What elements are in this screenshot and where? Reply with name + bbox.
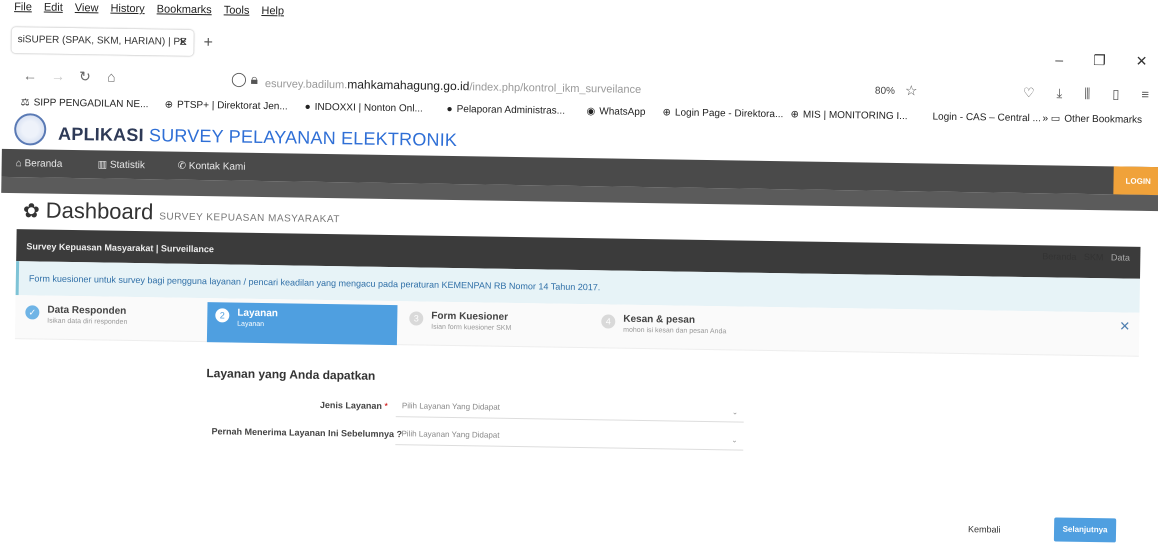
shield-icon[interactable]: ◯ 🔒︎ bbox=[231, 71, 258, 88]
breadcrumb: Beranda SKM Data bbox=[1042, 251, 1130, 262]
browser-menubar: File Edit View History Bookmarks Tools H… bbox=[14, 1, 284, 17]
bookmark-item[interactable]: » ▭ Other Bookmarks bbox=[1042, 113, 1142, 126]
bookmark-item[interactable]: ⊕ PTSP+ | Direktorat Jen... bbox=[165, 99, 288, 112]
step-number: 4 bbox=[601, 314, 616, 329]
login-button[interactable]: LOGIN bbox=[1113, 166, 1158, 196]
new-tab-icon[interactable]: + bbox=[203, 34, 213, 52]
url-path: /index.php/kontrol_ikm_surveilance bbox=[469, 81, 642, 96]
bookmark-item[interactable]: ⚖ SIPP PENGADILAN NE... bbox=[21, 97, 149, 110]
nav-kontak-kami[interactable]: ✆ Kontak Kami bbox=[178, 161, 246, 173]
nav-beranda[interactable]: ⌂ Beranda bbox=[16, 158, 63, 170]
pernah-menerima-select[interactable]: Pilih Layanan Yang Didapat ⌄ bbox=[395, 423, 744, 451]
menu-bookmarks[interactable]: Bookmarks bbox=[157, 3, 212, 16]
chevron-down-icon: ⌄ bbox=[731, 409, 738, 417]
bookmark-favicon-icon: ⚖ bbox=[20, 97, 30, 109]
globe-icon: ⊕ bbox=[662, 107, 672, 119]
zoom-level[interactable]: 80% bbox=[875, 86, 895, 97]
step-form-kuesioner[interactable]: 3 Form Kuesioner Isian form kuesioner SK… bbox=[401, 305, 592, 348]
menu-tools[interactable]: Tools bbox=[224, 4, 250, 16]
bookmark-favicon-icon: ● bbox=[446, 103, 453, 115]
step-subtitle: Layanan bbox=[237, 320, 265, 329]
back-button[interactable]: Kembali bbox=[968, 524, 1001, 535]
whatsapp-icon: ◉ bbox=[586, 106, 596, 118]
bookmark-item[interactable]: ⊕ MIS | MONITORING I... bbox=[790, 109, 907, 122]
browser-toolbar-icons: ♡ ⤓ ⫼ ▯ ≡ bbox=[1023, 85, 1149, 103]
step-kesan-pesan[interactable]: 4 Kesan & pesan mohon isi kesan dan pesa… bbox=[593, 308, 784, 351]
bookmark-item[interactable]: ● Pelaporan Administras... bbox=[446, 104, 565, 117]
next-button[interactable]: Selanjutnya bbox=[1053, 517, 1117, 543]
globe-icon: ⊕ bbox=[164, 99, 174, 111]
chart-icon: ▥ bbox=[97, 159, 110, 171]
bookmark-star-icon[interactable]: ☆ bbox=[905, 82, 918, 99]
section-title: Layanan yang Anda dapatkan bbox=[206, 366, 376, 383]
breadcrumb-skm[interactable]: SKM bbox=[1084, 252, 1104, 262]
step-title: Kesan & pesan bbox=[623, 313, 696, 326]
nav-statistik[interactable]: ▥ Statistik bbox=[98, 159, 145, 171]
step-subtitle: Isikan data diri responden bbox=[47, 317, 128, 326]
step-number: 3 bbox=[409, 311, 424, 326]
menu-edit[interactable]: Edit bbox=[44, 2, 63, 14]
home-icon[interactable]: ⌂ bbox=[107, 69, 116, 85]
menu-history[interactable]: History bbox=[110, 3, 144, 16]
step-subtitle: mohon isi kesan dan pesan Anda bbox=[623, 326, 727, 336]
maximize-icon[interactable]: ❐ bbox=[1093, 52, 1106, 69]
bookmark-item[interactable]: ● INDOXXI | Nonton Onl... bbox=[305, 102, 423, 115]
url-prefix: esurvey.badilum. bbox=[264, 78, 348, 92]
step-data-responden[interactable]: ✓ Data Responden Isikan data diri respon… bbox=[17, 299, 208, 342]
menu-file[interactable]: File bbox=[14, 1, 32, 13]
download-icon[interactable]: ⤓ bbox=[1056, 85, 1062, 101]
pocket-icon[interactable]: ♡ bbox=[1023, 85, 1035, 101]
tab-title: siSUPER (SPAK, SKM, HARIAN) | PE bbox=[17, 34, 187, 48]
step-subtitle: Isian form kuesioner SKM bbox=[431, 323, 512, 332]
screenshot-root: File Edit View History Bookmarks Tools H… bbox=[0, 0, 1158, 550]
close-icon[interactable]: ✕ bbox=[1119, 318, 1130, 334]
breadcrumb-beranda[interactable]: Beranda bbox=[1042, 251, 1076, 262]
jenis-layanan-select[interactable]: Pilih Layanan Yang Didapat ⌄ bbox=[395, 395, 745, 423]
back-icon[interactable]: ← bbox=[23, 67, 37, 83]
step-title: Layanan bbox=[237, 307, 279, 320]
step-layanan[interactable]: 2 Layanan Layanan bbox=[206, 302, 398, 346]
page-subtitle: SURVEY KEPUASAN MASYARAKAT bbox=[159, 211, 340, 226]
step-number: 2 bbox=[215, 308, 230, 323]
menu-view[interactable]: View bbox=[75, 2, 99, 14]
library-icon[interactable]: ⫼ bbox=[1084, 86, 1090, 102]
close-tab-icon[interactable]: ✕ bbox=[178, 36, 187, 49]
url-domain: mahkamahagung.go.id bbox=[347, 77, 470, 94]
home-icon: ⌂ bbox=[15, 158, 25, 170]
url-bar[interactable]: esurvey.badilum.mahkamahagung.go.id/inde… bbox=[265, 76, 641, 96]
bookmark-item[interactable]: ⊕ Login Page - Direktora... bbox=[662, 107, 783, 120]
menu-help[interactable]: Help bbox=[261, 5, 284, 17]
gear-icon: ✿ bbox=[22, 200, 40, 223]
app-title: APLIKASI SURVEY PELAYANAN ELEKTRONIK bbox=[58, 124, 457, 151]
close-window-icon[interactable]: ✕ bbox=[1136, 53, 1148, 70]
browser-tab[interactable]: siSUPER (SPAK, SKM, HARIAN) | PE ✕ bbox=[11, 27, 194, 56]
sidebar-icon[interactable]: ▯ bbox=[1112, 86, 1119, 102]
select-placeholder: Pilih Layanan Yang Didapat bbox=[401, 401, 500, 412]
phone-icon: ✆ bbox=[177, 160, 189, 172]
field-label-jenis-layanan: Jenis Layanan * bbox=[319, 399, 388, 412]
app-title-part2: SURVEY PELAYANAN ELEKTRONIK bbox=[148, 125, 458, 151]
page-title: ✿ Dashboard SURVEY KEPUASAN MASYARAKAT bbox=[22, 197, 340, 226]
step-title: Data Responden bbox=[47, 304, 127, 317]
hamburger-menu-icon[interactable]: ≡ bbox=[1141, 87, 1149, 103]
field-label-pernah-menerima: Pernah Menerima Layanan Ini Sebelumnya ? bbox=[211, 426, 403, 440]
chevron-down-icon: ⌄ bbox=[731, 437, 738, 445]
select-placeholder: Pilih Layanan Yang Didapat bbox=[401, 429, 500, 440]
app-logo bbox=[13, 113, 47, 146]
breadcrumb-data: Data bbox=[1110, 252, 1131, 263]
bookmark-item[interactable]: Login - CAS – Central ... bbox=[932, 112, 1041, 125]
step-title: Form Kuesioner bbox=[431, 310, 509, 323]
bookmark-item[interactable]: ◉ WhatsApp bbox=[586, 106, 645, 118]
forward-icon[interactable]: → bbox=[51, 68, 65, 84]
bookmark-favicon-icon: ● bbox=[304, 101, 311, 113]
check-icon: ✓ bbox=[25, 305, 40, 320]
minimize-icon[interactable]: – bbox=[1055, 51, 1063, 68]
app-title-part1: APLIKASI bbox=[57, 123, 150, 146]
globe-icon: ⊕ bbox=[790, 109, 800, 121]
panel-title: Survey Kepuasan Masyarakat | Surveillanc… bbox=[26, 241, 215, 255]
window-controls: – ❐ ✕ bbox=[1055, 51, 1147, 69]
folder-icon: » ▭ bbox=[1042, 113, 1061, 125]
reload-icon[interactable]: ↻ bbox=[79, 68, 91, 85]
